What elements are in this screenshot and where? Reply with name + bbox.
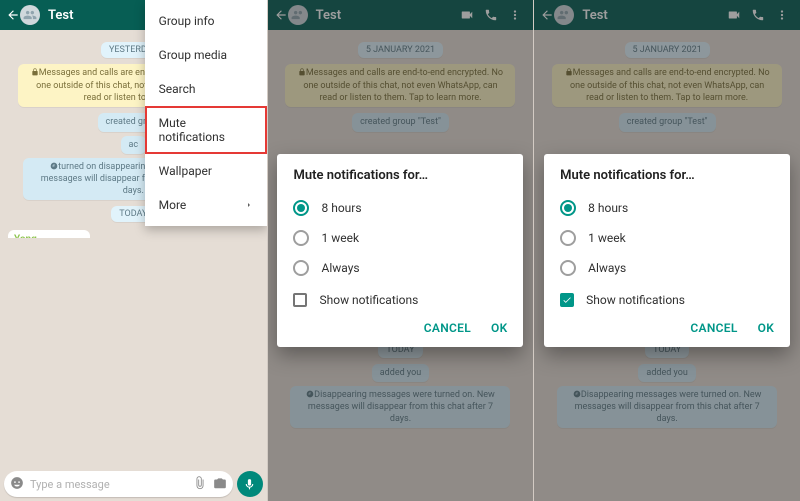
menu-group-media[interactable]: Group media [145,38,267,72]
blank-area [0,238,267,441]
option-8-hours[interactable]: 8 hours [560,193,774,223]
dialog-scrim[interactable]: Mute notifications for… 8 hours 1 week A… [534,0,800,501]
option-1-week[interactable]: 1 week [293,223,507,253]
radio-icon [560,200,576,216]
checkbox-icon [293,293,307,307]
mute-dialog: Mute notifications for… 8 hours 1 week A… [277,154,523,347]
checkbox-icon [560,293,574,307]
menu-group-info[interactable]: Group info [145,4,267,38]
emoji-icon[interactable] [10,475,24,494]
dialog-title: Mute notifications for… [293,168,507,183]
option-1-week[interactable]: 1 week [560,223,774,253]
radio-icon [293,200,309,216]
screenshot-panel-3: Test 5 JANUARY 2021 Messages and calls a… [533,0,800,501]
menu-more[interactable]: More [145,188,267,222]
option-8-hours[interactable]: 8 hours [293,193,507,223]
radio-icon [560,260,576,276]
show-notifications-checkbox[interactable]: Show notifications [560,283,774,311]
message-input-placeholder: Type a message [24,478,193,491]
avatar[interactable] [20,5,40,25]
message-input[interactable]: Type a message [4,471,233,497]
radio-icon [293,260,309,276]
menu-search[interactable]: Search [145,72,267,106]
show-notifications-checkbox[interactable]: Show notifications [293,283,507,311]
menu-mute-notifications[interactable]: Mute notifications [145,106,267,154]
ok-button[interactable]: OK [758,321,774,335]
radio-icon [293,230,309,246]
input-bar: Type a message [0,471,267,501]
screenshot-panel-2: Test 5 JANUARY 2021 Messages and calls a… [267,0,534,501]
radio-icon [560,230,576,246]
ok-button[interactable]: OK [491,321,507,335]
attach-icon[interactable] [193,475,207,494]
back-icon[interactable] [6,8,20,22]
mute-dialog: Mute notifications for… 8 hours 1 week A… [544,154,790,347]
overflow-menu: Group info Group media Search Mute notif… [145,0,267,226]
menu-wallpaper[interactable]: Wallpaper [145,154,267,188]
cancel-button[interactable]: CANCEL [424,321,471,335]
option-always[interactable]: Always [293,253,507,283]
system-ac: ac [121,136,147,154]
chevron-right-icon [245,198,253,212]
camera-icon[interactable] [213,475,227,494]
dialog-title: Mute notifications for… [560,168,774,183]
dialog-scrim[interactable]: Mute notifications for… 8 hours 1 week A… [268,0,534,501]
screenshot-panel-1: Test YESTERDAY Messages and calls are en… [0,0,267,501]
mic-button[interactable] [237,471,263,497]
option-always[interactable]: Always [560,253,774,283]
cancel-button[interactable]: CANCEL [690,321,737,335]
